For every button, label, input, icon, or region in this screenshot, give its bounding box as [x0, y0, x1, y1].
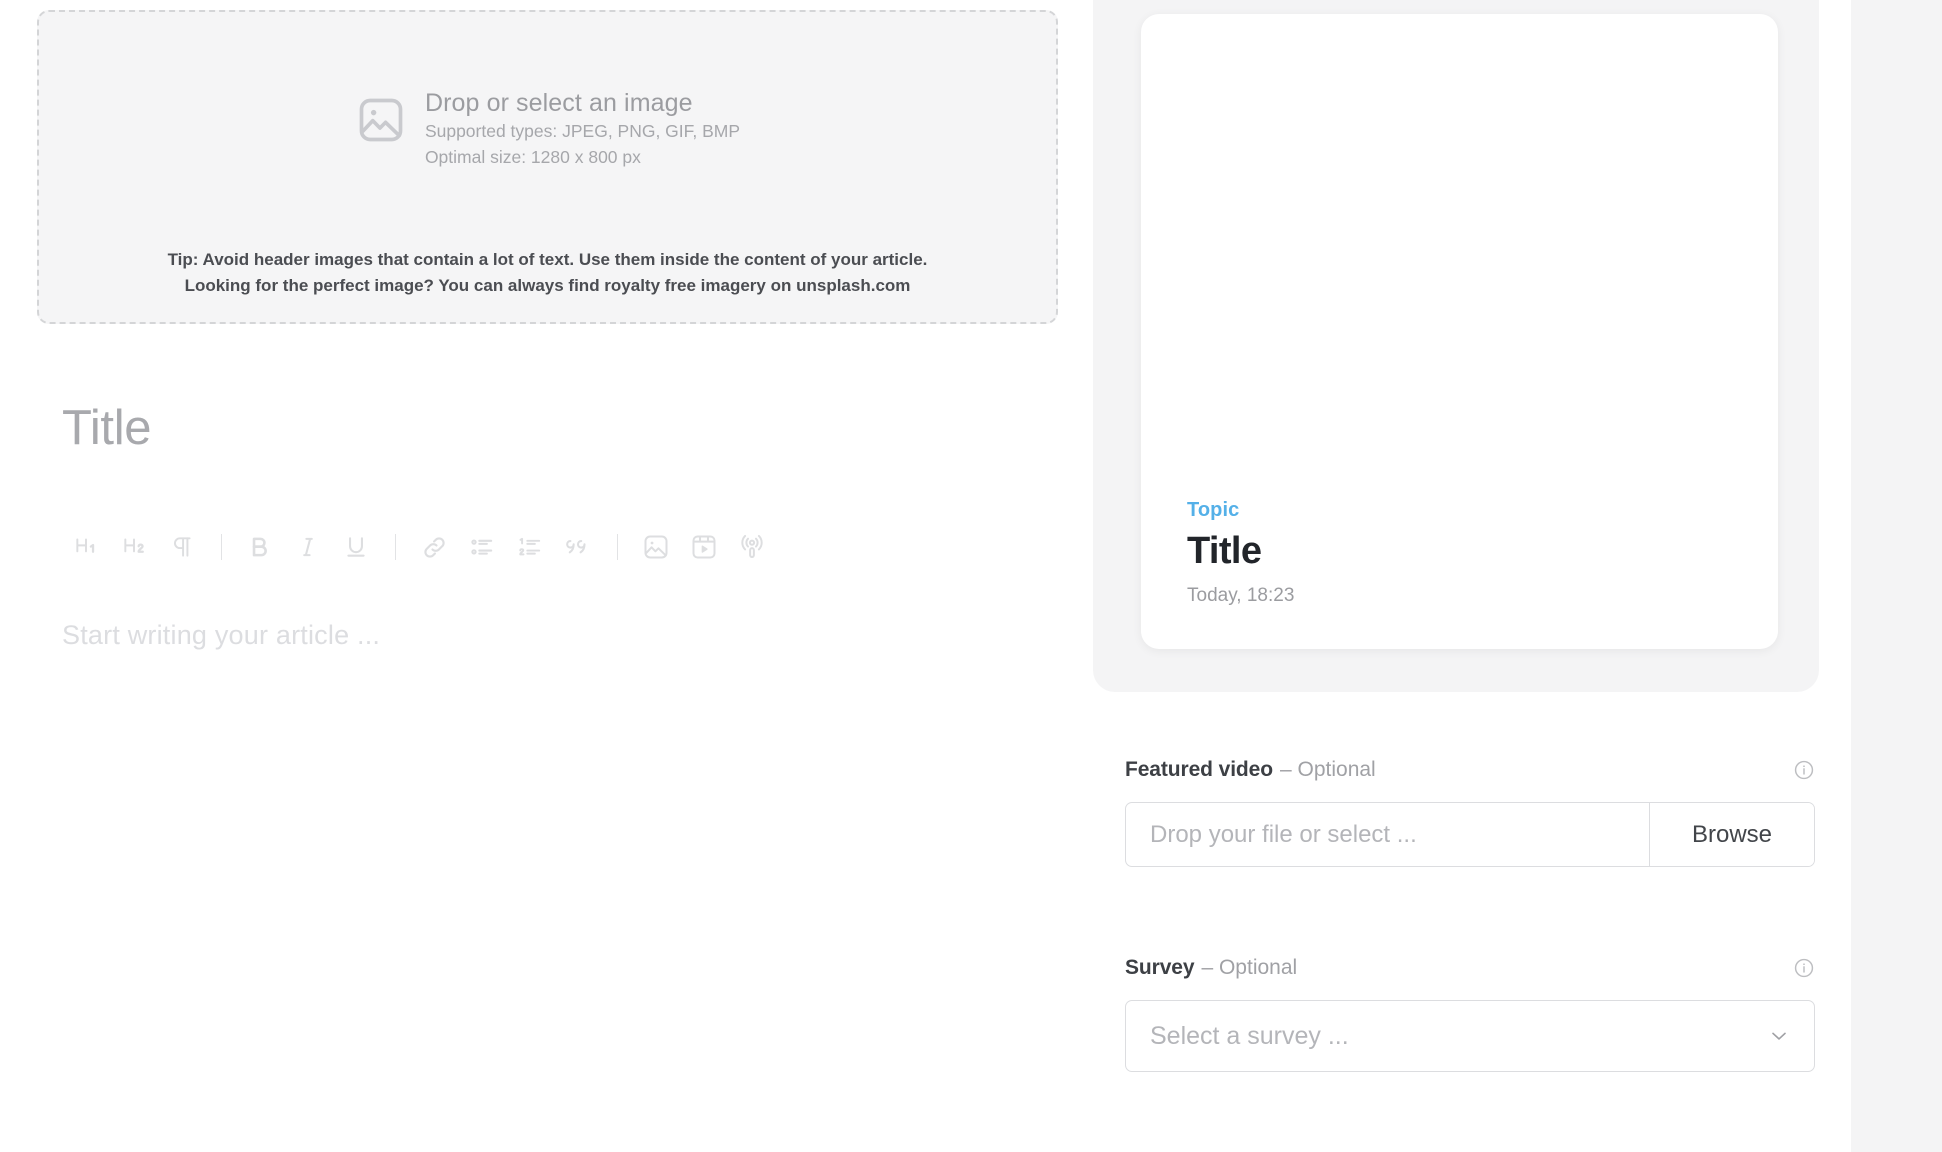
insert-podcast-button[interactable]	[728, 523, 776, 571]
preview-topic: Topic	[1187, 499, 1240, 522]
dropzone-title: Drop or select an image	[424, 89, 693, 117]
info-icon[interactable]	[1793, 759, 1815, 781]
dropzone-tip-line-2: Looking for the perfect image? You can a…	[184, 275, 911, 295]
featured-video-file-row: Browse	[1125, 802, 1815, 867]
dropzone-tip-line-1: Tip: Avoid header images that contain a …	[167, 250, 928, 269]
survey-label-row: Survey – Optional	[1125, 953, 1815, 983]
editor-column: Drop or select an image Supported types:…	[0, 0, 1090, 1152]
featured-video-input[interactable]	[1126, 803, 1649, 866]
featured-video-label: Featured video	[1125, 758, 1273, 781]
article-body-input[interactable]: Start writing your article ...	[62, 620, 380, 651]
dropzone-supported-types: Supported types: JPEG, PNG, GIF, BMP	[424, 121, 741, 142]
survey-select-value: Select a survey ...	[1150, 1021, 1349, 1050]
bold-button[interactable]	[236, 523, 284, 571]
article-preview-card: Topic Title Today, 18:23	[1141, 14, 1778, 649]
quote-button[interactable]	[554, 523, 602, 571]
survey-field: Survey – Optional Select a survey ...	[1125, 953, 1815, 1072]
dropzone-tip: Tip: Avoid header images that contain a …	[39, 247, 1056, 298]
toolbar-divider-2	[380, 523, 410, 571]
article-editor-page: Drop or select an image Supported types:…	[0, 0, 1942, 1152]
heading-1-button[interactable]	[62, 523, 110, 571]
featured-video-optional: – Optional	[1279, 758, 1376, 781]
dropzone-header: Drop or select an image Supported types:…	[39, 88, 1056, 170]
bullet-list-button[interactable]	[458, 523, 506, 571]
article-preview-panel: Topic Title Today, 18:23	[1093, 0, 1819, 692]
survey-optional: – Optional	[1201, 956, 1298, 979]
header-image-dropzone[interactable]: Drop or select an image Supported types:…	[37, 10, 1058, 324]
insert-image-button[interactable]	[632, 523, 680, 571]
insert-video-button[interactable]	[680, 523, 728, 571]
image-placeholder-icon	[355, 94, 407, 146]
survey-label: Survey	[1125, 956, 1195, 979]
chevron-down-icon	[1768, 1025, 1790, 1047]
numbered-list-button[interactable]	[506, 523, 554, 571]
featured-video-label-row: Featured video – Optional	[1125, 755, 1815, 785]
right-gutter	[1851, 0, 1942, 1152]
preview-card-content: Topic Title Today, 18:23	[1187, 499, 1738, 607]
survey-select[interactable]: Select a survey ...	[1125, 1000, 1815, 1072]
dropzone-text: Drop or select an image Supported types:…	[425, 88, 740, 170]
info-icon[interactable]	[1793, 957, 1815, 979]
link-button[interactable]	[410, 523, 458, 571]
toolbar-divider-1	[206, 523, 236, 571]
preview-title: Title	[1187, 530, 1262, 573]
dropzone-optimal-size: Optimal size: 1280 x 800 px	[424, 146, 641, 167]
featured-video-field: Featured video – Optional Browse	[1125, 755, 1815, 867]
browse-button[interactable]: Browse	[1650, 803, 1814, 866]
article-title-input[interactable]: Title	[62, 400, 152, 456]
toolbar-divider-3	[602, 523, 632, 571]
italic-button[interactable]	[284, 523, 332, 571]
sidebar-column: Topic Title Today, 18:23 Featured video …	[1090, 0, 1851, 1152]
paragraph-button[interactable]	[158, 523, 206, 571]
underline-button[interactable]	[332, 523, 380, 571]
preview-date: Today, 18:23	[1187, 585, 1295, 606]
heading-2-button[interactable]	[110, 523, 158, 571]
editor-toolbar	[62, 523, 776, 571]
